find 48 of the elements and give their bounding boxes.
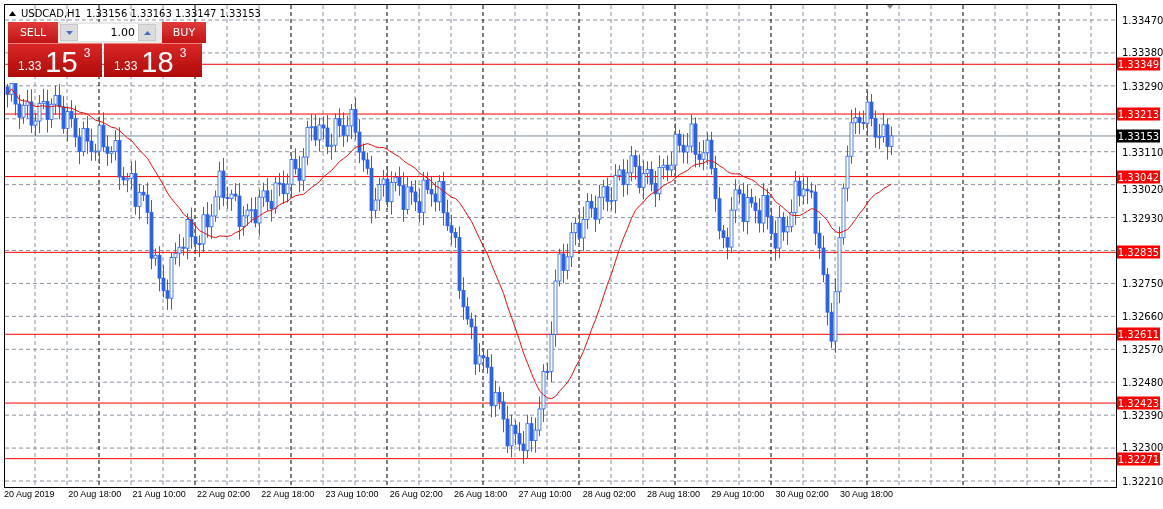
chart-title: USDCAD,H1	[21, 8, 81, 19]
sell-price-button[interactable]: 1.33 15 3	[8, 43, 102, 77]
quote-values: 1.33156 1.33163 1.33147 1.33153	[85, 8, 261, 19]
price-label: 1.32570	[1122, 343, 1163, 355]
time-label: 29 Aug 10:00	[711, 489, 765, 499]
price-label: 1.33020	[1122, 183, 1163, 195]
time-label: 22 Aug 18:00	[261, 489, 315, 499]
level-price-tag: 1.32611	[1117, 327, 1160, 341]
current-price-tag: 1.33153	[1117, 129, 1160, 143]
level-price-tag: 1.33213	[1117, 107, 1160, 121]
time-label: 20 Aug 2019	[4, 489, 55, 499]
time-label: 27 Aug 10:00	[518, 489, 572, 499]
price-label: 1.32480	[1122, 376, 1163, 388]
level-price-tag: 1.33042	[1117, 170, 1160, 184]
triangle-icon	[886, 5, 894, 9]
price-label: 1.32210	[1122, 475, 1163, 487]
time-label: 26 Aug 18:00	[454, 489, 508, 499]
time-label: 20 Aug 18:00	[68, 489, 122, 499]
level-price-tag: 1.32835	[1117, 245, 1160, 259]
price-label: 1.32930	[1122, 212, 1163, 224]
time-label: 28 Aug 18:00	[647, 489, 701, 499]
time-label: 26 Aug 02:00	[389, 489, 443, 499]
time-label: 21 Aug 10:00	[132, 489, 186, 499]
level-price-tag: 1.32423	[1117, 396, 1160, 410]
decrease-button[interactable]	[60, 24, 78, 41]
triangle-icon[interactable]	[9, 11, 16, 16]
price-label: 1.32390	[1122, 409, 1163, 421]
price-label: 1.33470	[1122, 14, 1163, 26]
buy-button[interactable]: BUY	[162, 22, 206, 43]
price-label: 1.32660	[1122, 310, 1163, 322]
time-label: 23 Aug 10:00	[325, 489, 379, 499]
lot-field[interactable]: 1.00	[78, 24, 138, 41]
level-price-tag: 1.33349	[1117, 57, 1160, 71]
sell-button[interactable]: SELL	[8, 22, 58, 43]
price-label: 1.33110	[1122, 146, 1163, 158]
caret-icon	[65, 30, 73, 35]
time-label: 30 Aug 18:00	[839, 489, 893, 499]
level-price-tag: 1.32271	[1117, 452, 1160, 466]
price-label: 1.32750	[1122, 277, 1163, 289]
price-label: 1.32300	[1122, 441, 1163, 453]
caret-icon	[143, 30, 151, 35]
increase-button[interactable]	[138, 24, 156, 41]
time-label: 28 Aug 02:00	[582, 489, 636, 499]
time-label: 30 Aug 02:00	[775, 489, 829, 499]
time-label: 22 Aug 02:00	[196, 489, 250, 499]
price-label: 1.33290	[1122, 80, 1163, 92]
buy-price-button[interactable]: 1.33 18 3	[104, 43, 202, 77]
price-label: 1.33380	[1122, 46, 1163, 58]
